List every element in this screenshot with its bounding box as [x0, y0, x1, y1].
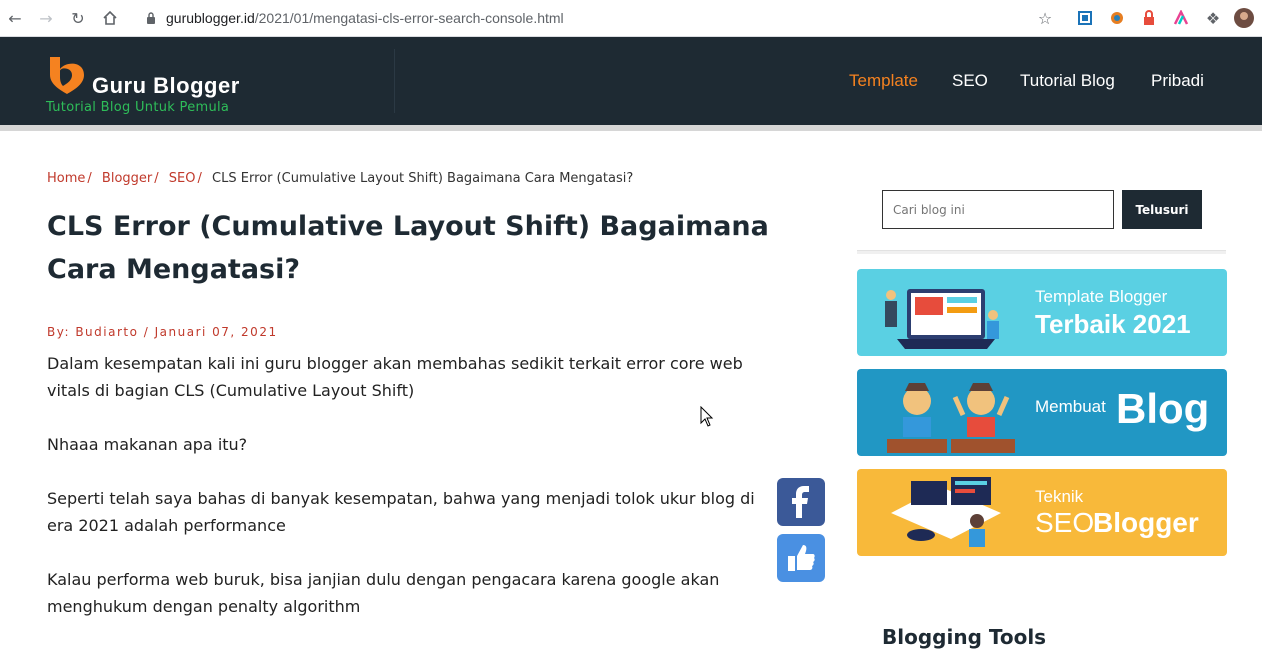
nav-tutorial-blog[interactable]: Tutorial Blog — [1020, 71, 1115, 91]
template-illustration-icon — [885, 289, 999, 349]
banner-3-line-2b: Blogger — [1093, 507, 1199, 538]
address-bar[interactable]: gurublogger.id/2021/01/mengatasi-cls-err… — [166, 10, 564, 26]
extensions-puzzle-icon[interactable]: ❖ — [1203, 8, 1223, 28]
browser-toolbar: ← → ↻ gurublogger.id/2021/01/mengatasi-c… — [0, 0, 1262, 37]
breadcrumb-seo[interactable]: SEO — [169, 171, 196, 186]
like-button[interactable] — [777, 534, 825, 582]
brand-name[interactable]: Guru Blogger — [92, 73, 240, 99]
banner-1-line-2: Terbaik 2021 — [1035, 309, 1191, 339]
breadcrumb-blogger[interactable]: Blogger — [102, 171, 152, 186]
extension-s-icon[interactable] — [1075, 8, 1095, 28]
post-paragraph: Nhaaa makanan apa itu? — [47, 435, 248, 454]
reload-icon[interactable]: ↻ — [67, 7, 89, 29]
breadcrumb-separator: / — [154, 171, 159, 186]
sidebar-heading: Blogging Tools — [882, 625, 1047, 649]
breadcrumb-separator: / — [197, 171, 202, 186]
nav-pribadi[interactable]: Pribadi — [1151, 71, 1204, 91]
home-icon[interactable] — [99, 7, 121, 29]
url-path: /2021/01/mengatasi-cls-error-search-cons… — [254, 10, 564, 26]
breadcrumb-separator: / — [87, 171, 92, 186]
banner-3-line-1: Teknik — [1035, 487, 1084, 506]
nav-seo[interactable]: SEO — [952, 71, 988, 91]
post-paragraph: Seperti telah saya bahas di banyak kesem… — [47, 489, 755, 535]
sidebar-divider — [857, 250, 1226, 254]
banner-1-line-1: Template Blogger — [1035, 287, 1168, 306]
post-byline: By: Budiarto / Januari 07, 2021 — [47, 325, 278, 339]
banner-2-line-1: Membuat — [1035, 397, 1106, 416]
header-divider — [394, 49, 395, 113]
extension-a-icon[interactable] — [1171, 8, 1191, 28]
url-domain: gurublogger.id — [166, 10, 255, 26]
facebook-icon — [792, 486, 809, 518]
bookmark-star-icon[interactable]: ☆ — [1035, 8, 1055, 28]
site-header: Guru Blogger Tutorial Blog Untuk Pemula … — [0, 37, 1262, 125]
banner-2-line-2: Blog — [1116, 385, 1210, 432]
forward-icon[interactable]: → — [35, 7, 57, 29]
facebook-share-button[interactable] — [777, 478, 825, 526]
sidebar-search-button[interactable]: Telusuri — [1122, 190, 1202, 229]
extension-puzzle-color-icon[interactable] — [1107, 8, 1127, 28]
nav-template[interactable]: Template — [849, 71, 918, 91]
post-paragraph: Kalau performa web buruk, bisa janjian d… — [47, 570, 720, 616]
banner-membuat-blog[interactable]: Membuat Blog — [857, 369, 1227, 456]
post-paragraph: Dalam kesempatan kali ini guru blogger a… — [47, 354, 743, 400]
sidebar-search-input[interactable] — [882, 190, 1114, 229]
extension-lock-icon[interactable] — [1139, 8, 1159, 28]
blog-illustration-icon — [887, 383, 1015, 453]
seo-illustration-icon — [891, 477, 1001, 547]
profile-avatar[interactable] — [1234, 8, 1254, 28]
back-icon[interactable]: ← — [4, 7, 26, 29]
banner-teknik-seo-blogger[interactable]: Teknik SEO Blogger — [857, 469, 1227, 556]
breadcrumb-current: CLS Error (Cumulative Layout Shift) Baga… — [212, 171, 634, 186]
mouse-cursor-icon — [700, 406, 714, 427]
banner-3-line-2a: SEO — [1035, 507, 1095, 538]
header-shadow — [0, 125, 1262, 131]
logo-heart-b-icon[interactable] — [46, 55, 88, 95]
breadcrumb: Home / Blogger / SEO / CLS Error (Cumulativ… — [47, 171, 633, 186]
post-title: CLS Error (Cumulative Layout Shift) Baga… — [47, 211, 769, 285]
breadcrumb-home[interactable]: Home — [47, 171, 85, 186]
brand-tagline: Tutorial Blog Untuk Pemula — [46, 100, 230, 115]
lock-icon[interactable] — [140, 7, 162, 29]
banner-template-blogger[interactable]: Template Blogger Terbaik 2021 — [857, 269, 1227, 356]
thumbs-up-icon — [788, 545, 815, 571]
